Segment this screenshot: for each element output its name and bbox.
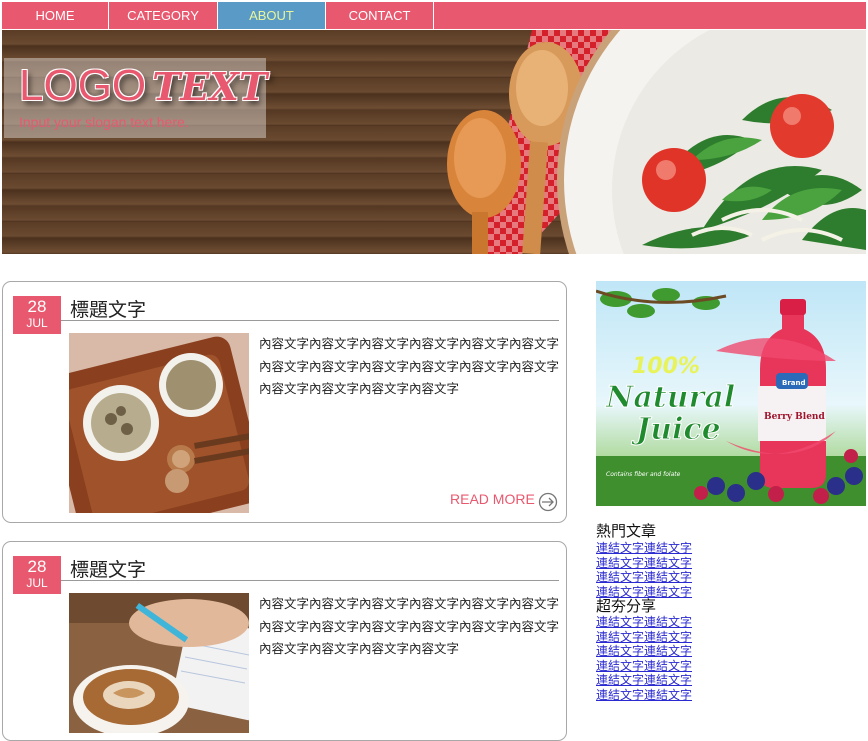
post-title[interactable]: 標題文字 <box>70 555 146 582</box>
share-link[interactable]: 連結文字連結文字 <box>596 630 692 645</box>
ad-percent: 100% <box>632 354 700 379</box>
ad-natural: Natural <box>605 380 735 415</box>
share-link[interactable]: 連結文字連結文字 <box>596 673 692 688</box>
share-link[interactable]: 連結文字連結文字 <box>596 615 692 630</box>
hot-article-link[interactable]: 連結文字連結文字 <box>596 541 692 556</box>
share-heading: 超夯分享 <box>596 597 657 615</box>
post-body: 內容文字內容文字內容文字內容文字內容文字內容文字內容文字內容文字內容文字內容文字… <box>259 336 560 396</box>
post-card: 28 JUL 標題文字 內容文字內容文字內容文字內容文字內容文字內容文字內容文字… <box>2 281 567 523</box>
share-link[interactable]: 連結文字連結文字 <box>596 659 692 674</box>
title-divider <box>61 580 559 581</box>
title-divider <box>61 320 559 321</box>
top-nav: HOME CATEGORY ABOUT CONTACT <box>2 2 866 29</box>
arrow-right-circle-icon[interactable] <box>538 492 558 512</box>
nav-category[interactable]: CATEGORY <box>109 2 218 29</box>
ad-brand: Brand <box>782 379 806 387</box>
post-body: 內容文字內容文字內容文字內容文字內容文字內容文字內容文字內容文字內容文字內容文字… <box>259 596 560 656</box>
nav-contact[interactable]: CONTACT <box>326 2 434 29</box>
ad-tagline: Contains fiber and folate <box>606 471 681 478</box>
date-badge: 28 JUL <box>13 296 61 334</box>
date-day: 28 <box>27 297 47 316</box>
share-link[interactable]: 連結文字連結文字 <box>596 688 692 703</box>
logo[interactable]: LOGO TEXT <box>19 64 267 109</box>
slogan: Input your slogan text here. <box>19 114 189 130</box>
logo-accent: TEXT <box>152 64 268 109</box>
date-day: 28 <box>27 557 47 576</box>
coffee-writing-image <box>69 593 249 733</box>
post-title[interactable]: 標題文字 <box>70 295 146 322</box>
hot-article-link[interactable]: 連結文字連結文字 <box>596 556 692 571</box>
date-month: JUL <box>26 576 48 590</box>
nav-home[interactable]: HOME <box>2 2 109 29</box>
date-badge: 28 JUL <box>13 556 61 594</box>
hero-banner: LOGO TEXT Input your slogan text here. <box>2 30 866 254</box>
logo-main: LOGO <box>19 61 147 110</box>
post-thumbnail[interactable] <box>69 593 249 733</box>
nav-about[interactable]: ABOUT <box>218 2 326 29</box>
date-month: JUL <box>26 316 48 330</box>
read-more-link[interactable]: READ MORE <box>450 491 535 507</box>
hot-articles-heading: 熱門文章 <box>596 522 657 540</box>
share-link[interactable]: 連結文字連結文字 <box>596 644 692 659</box>
juice-ad-banner[interactable]: Contains fiber and folate 100% Natural J… <box>596 281 866 506</box>
post-card: 28 JUL 標題文字 內容文字內容文字內容文字內容文字內容文字內容文字內容文字… <box>2 541 567 741</box>
tea-tray-image <box>69 333 249 513</box>
post-thumbnail[interactable] <box>69 333 249 513</box>
hot-article-link[interactable]: 連結文字連結文字 <box>596 570 692 585</box>
ad-juice: Juice <box>631 412 721 447</box>
juice-ad-image: Contains fiber and folate 100% Natural J… <box>596 281 866 506</box>
ad-product: Berry Blend <box>764 412 825 422</box>
